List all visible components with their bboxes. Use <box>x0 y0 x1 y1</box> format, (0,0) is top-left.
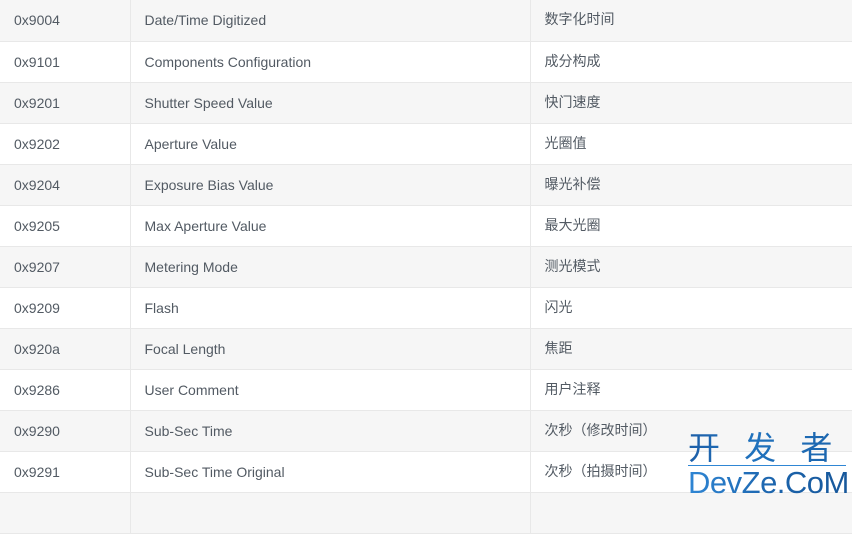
tag-code: 0x9201 <box>0 82 131 124</box>
table-row: 0x9209 Flash 闪光 <box>0 287 852 329</box>
tag-code: 0x9202 <box>0 123 131 165</box>
table-row: 0x9204 Exposure Bias Value 曝光补偿 <box>0 164 852 206</box>
tag-name: Sub-Sec Time Original <box>130 451 531 493</box>
tag-name-zh <box>530 492 852 534</box>
tag-name: Focal Length <box>130 328 531 370</box>
tag-name-zh: 快门速度 <box>530 82 852 124</box>
tag-code: 0x9207 <box>0 246 131 288</box>
tag-code: 0x9205 <box>0 205 131 247</box>
tag-name: Sub-Sec Time <box>130 410 531 452</box>
tag-name-zh: 最大光圈 <box>530 205 852 247</box>
table-row: 0x9101 Components Configuration 成分构成 <box>0 41 852 83</box>
tag-name: Shutter Speed Value <box>130 82 531 124</box>
exif-tag-table: 0x9004 Date/Time Digitized 数字化时间 0x9101 … <box>0 0 852 534</box>
tag-name-zh: 次秒（拍摄时间） <box>530 451 852 493</box>
tag-code <box>0 492 131 534</box>
tag-name-zh: 成分构成 <box>530 41 852 83</box>
tag-name-zh: 曝光补偿 <box>530 164 852 206</box>
tag-name: Components Configuration <box>130 41 531 83</box>
table-row: 0x9207 Metering Mode 测光模式 <box>0 246 852 288</box>
table-row-partial <box>0 492 852 534</box>
table-row: 0x920a Focal Length 焦距 <box>0 328 852 370</box>
tag-name-zh: 数字化时间 <box>530 0 852 42</box>
tag-name: Metering Mode <box>130 246 531 288</box>
tag-name-zh: 光圈值 <box>530 123 852 165</box>
tag-code: 0x9101 <box>0 41 131 83</box>
tag-name: User Comment <box>130 369 531 411</box>
table-row: 0x9202 Aperture Value 光圈值 <box>0 123 852 165</box>
table-row: 0x9004 Date/Time Digitized 数字化时间 <box>0 0 852 42</box>
table-row: 0x9290 Sub-Sec Time 次秒（修改时间） <box>0 410 852 452</box>
tag-code: 0x9286 <box>0 369 131 411</box>
tag-code: 0x920a <box>0 328 131 370</box>
tag-name: Aperture Value <box>130 123 531 165</box>
exif-table-body: 0x9004 Date/Time Digitized 数字化时间 0x9101 … <box>0 0 852 534</box>
tag-name: Exposure Bias Value <box>130 164 531 206</box>
tag-name: Flash <box>130 287 531 329</box>
table-row: 0x9286 User Comment 用户注释 <box>0 369 852 411</box>
tag-code: 0x9209 <box>0 287 131 329</box>
tag-name-zh: 用户注释 <box>530 369 852 411</box>
tag-name-zh: 焦距 <box>530 328 852 370</box>
tag-name-zh: 测光模式 <box>530 246 852 288</box>
tag-name <box>130 492 531 534</box>
table-row: 0x9291 Sub-Sec Time Original 次秒（拍摄时间） <box>0 451 852 493</box>
tag-code: 0x9004 <box>0 0 131 42</box>
tag-name-zh: 闪光 <box>530 287 852 329</box>
tag-name: Date/Time Digitized <box>130 0 531 42</box>
tag-name: Max Aperture Value <box>130 205 531 247</box>
tag-code: 0x9204 <box>0 164 131 206</box>
tag-code: 0x9290 <box>0 410 131 452</box>
tag-name-zh: 次秒（修改时间） <box>530 410 852 452</box>
tag-code: 0x9291 <box>0 451 131 493</box>
table-row: 0x9205 Max Aperture Value 最大光圈 <box>0 205 852 247</box>
table-row: 0x9201 Shutter Speed Value 快门速度 <box>0 82 852 124</box>
